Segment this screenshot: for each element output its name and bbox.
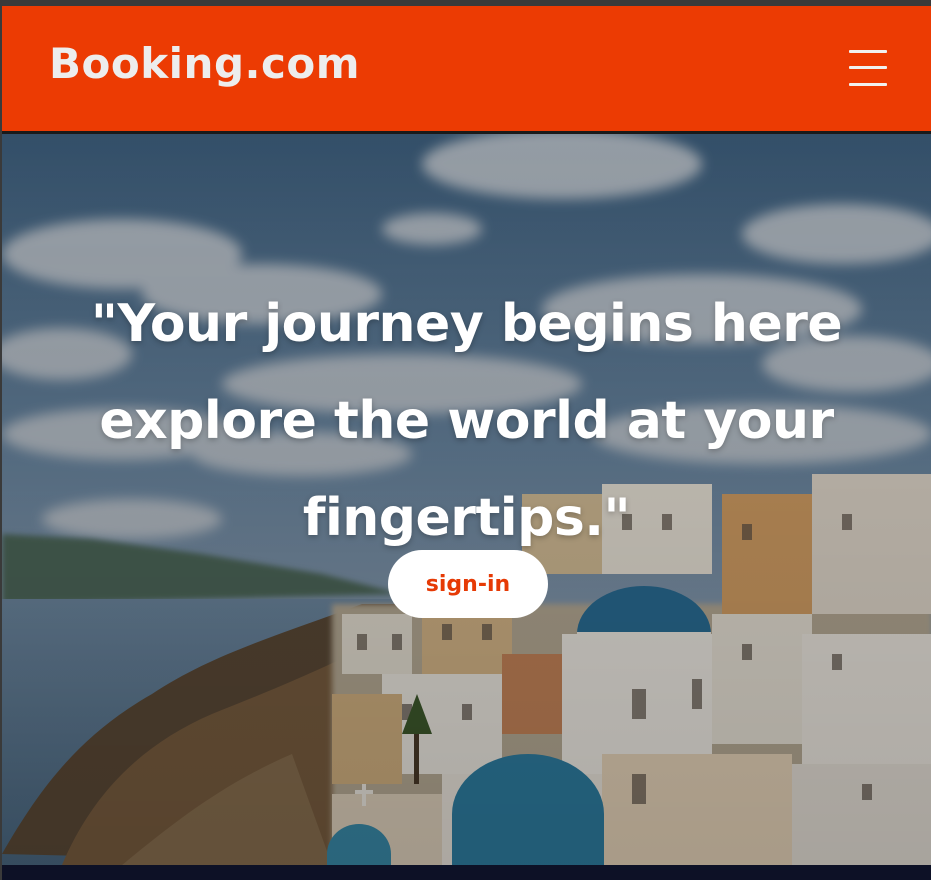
brand-logo[interactable]: Booking.com [49,43,360,85]
hamburger-menu-icon[interactable] [849,50,887,90]
menu-line-top [849,50,887,53]
window-left-edge [0,6,2,880]
hero-headline: "Your journey begins here explore the wo… [90,294,843,548]
menu-line-middle [849,66,887,69]
menu-line-bottom [849,83,887,86]
sign-in-button[interactable]: sign-in [388,550,548,618]
navbar: Booking.com [2,6,931,134]
bottom-bar [0,865,931,880]
hero-section: "Your journey begins here explore the wo… [2,134,931,865]
